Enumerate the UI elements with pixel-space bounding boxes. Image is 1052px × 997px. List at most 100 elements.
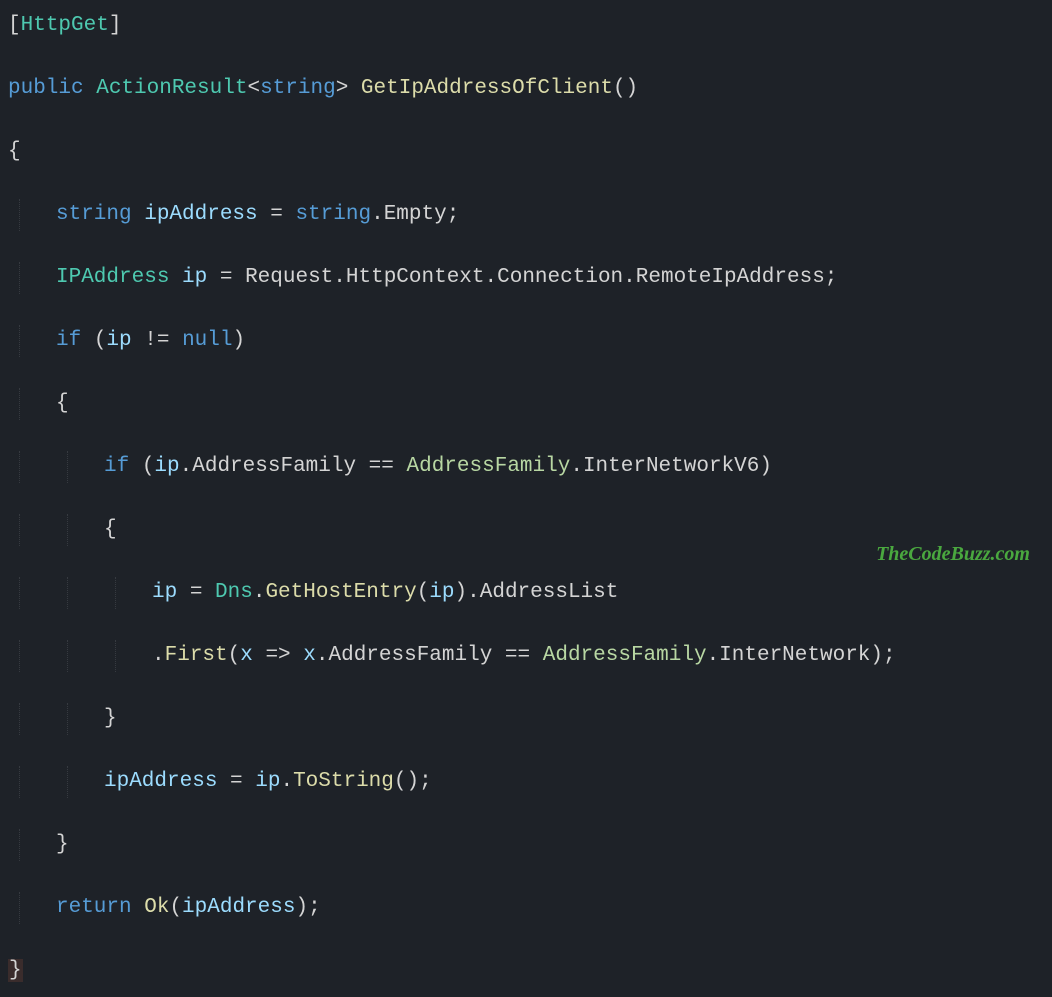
code-token: ActionResult (96, 77, 247, 100)
code-token: . (467, 581, 480, 604)
code-token: . (253, 581, 266, 604)
code-token: AddressFamily (328, 644, 492, 667)
code-line-text: { (8, 514, 117, 546)
watermark: TheCodeBuzz.com (876, 539, 1030, 569)
code-token: HttpGet (21, 14, 109, 37)
code-line-text: } (8, 703, 117, 735)
code-line-text: ipAddress = ip.ToString(); (8, 766, 432, 798)
code-token: if (56, 329, 94, 352)
code-token: x (240, 644, 253, 667)
code-line: IPAddress ip = Request.HttpContext.Conne… (8, 262, 1044, 294)
code-token: AddressList (480, 581, 619, 604)
code-token: != (132, 329, 182, 352)
indent-guide (67, 640, 68, 672)
code-token: Connection (497, 266, 623, 289)
code-line: } (8, 955, 1044, 987)
code-token: ] (109, 14, 122, 37)
code-token: . (180, 455, 193, 478)
code-token: [ (8, 14, 21, 37)
code-token: . (316, 644, 329, 667)
code-token: AddressFamily (407, 455, 571, 478)
code-token: ( (142, 455, 155, 478)
code-token: (); (394, 770, 432, 793)
code-line: { (8, 136, 1044, 168)
code-token: InterNetwork (719, 644, 870, 667)
code-token: . (570, 455, 583, 478)
code-token: { (8, 140, 21, 163)
code-line: .First(x => x.AddressFamily == AddressFa… (8, 640, 1044, 672)
code-token: ( (169, 896, 182, 919)
code-token: < (247, 77, 260, 100)
code-token: Dns (215, 581, 253, 604)
code-token: > (336, 77, 361, 100)
code-token: ( (228, 644, 241, 667)
indent-guide (115, 577, 116, 609)
code-token: => (253, 644, 303, 667)
code-token: == (492, 644, 542, 667)
code-snippet: [HttpGet] public ActionResult<string> Ge… (0, 0, 1052, 997)
indent-guide (19, 640, 20, 672)
code-token: ); (295, 896, 320, 919)
code-token: == (356, 455, 406, 478)
code-token: ipAddress (144, 203, 257, 226)
code-token: } (56, 833, 69, 856)
code-token: string (56, 203, 144, 226)
code-line: return Ok(ipAddress); (8, 892, 1044, 924)
code-line-text: public ActionResult<string> GetIpAddress… (8, 73, 638, 105)
code-token: RemoteIpAddress (636, 266, 825, 289)
code-token: Request (245, 266, 333, 289)
code-token: . (623, 266, 636, 289)
code-token: = (207, 266, 245, 289)
code-line: ip = Dns.GetHostEntry(ip).AddressList (8, 577, 1044, 609)
code-line: if (ip != null) (8, 325, 1044, 357)
code-token: ) (759, 455, 772, 478)
code-token: ip (255, 770, 280, 793)
code-token: ); (870, 644, 895, 667)
code-token: . (333, 266, 346, 289)
code-token: x (303, 644, 316, 667)
code-token: . (280, 770, 293, 793)
code-line-text: { (8, 388, 69, 420)
code-token: ToString (293, 770, 394, 793)
code-token: } (104, 707, 117, 730)
code-line-text: return Ok(ipAddress); (8, 892, 321, 924)
code-token: string (260, 77, 336, 100)
code-token: ip (152, 581, 177, 604)
code-token: ; (825, 266, 838, 289)
code-line: } (8, 703, 1044, 735)
indent-guide (67, 514, 68, 546)
code-token: Ok (144, 896, 169, 919)
indent-guide (19, 262, 20, 294)
indent-guide (67, 577, 68, 609)
code-token: ip (106, 329, 131, 352)
code-token: ) (232, 329, 245, 352)
code-line-text: { (8, 136, 21, 168)
indent-guide (67, 766, 68, 798)
code-line: public ActionResult<string> GetIpAddress… (8, 73, 1044, 105)
code-token: HttpContext (346, 266, 485, 289)
code-line: ipAddress = ip.ToString(); (8, 766, 1044, 798)
code-line-text: if (ip != null) (8, 325, 245, 357)
code-line-text: } (8, 955, 23, 987)
code-token: GetHostEntry (265, 581, 416, 604)
indent-guide (19, 514, 20, 546)
code-line: [HttpGet] (8, 10, 1044, 42)
code-token: . (485, 266, 498, 289)
indent-guide (19, 199, 20, 231)
indent-guide (67, 703, 68, 735)
code-token: = (177, 581, 215, 604)
code-token: InterNetworkV6 (583, 455, 759, 478)
indent-guide (19, 577, 20, 609)
code-token: ( (417, 581, 430, 604)
code-token: } (8, 959, 23, 982)
code-line-text: } (8, 829, 69, 861)
code-token: ipAddress (182, 896, 295, 919)
code-line-text: IPAddress ip = Request.HttpContext.Conne… (8, 262, 837, 294)
indent-guide (115, 640, 116, 672)
indent-guide (19, 451, 20, 483)
code-token: AddressFamily (543, 644, 707, 667)
code-token: ( (94, 329, 107, 352)
code-token: null (182, 329, 232, 352)
code-token: if (104, 455, 142, 478)
code-line: string ipAddress = string.Empty; (8, 199, 1044, 231)
